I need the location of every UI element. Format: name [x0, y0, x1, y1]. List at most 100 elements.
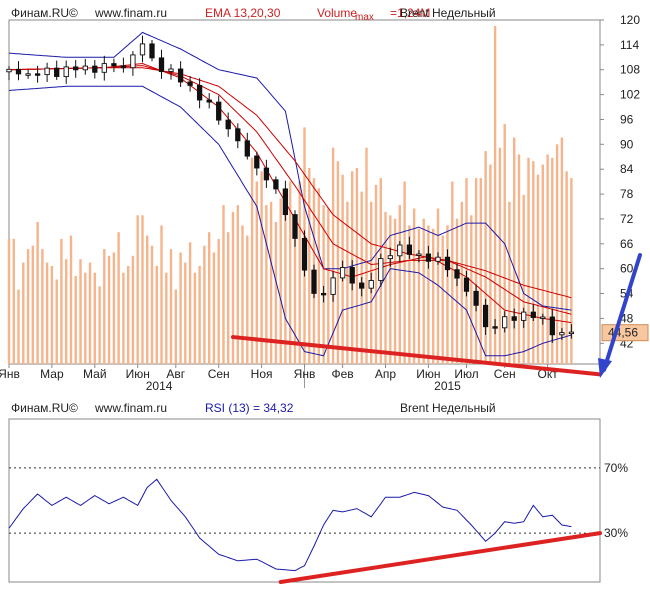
volume-bar: [236, 205, 239, 364]
volume-bar: [12, 238, 15, 364]
volume-bar: [179, 252, 182, 364]
volume-bar: [208, 232, 211, 364]
candle-body: [177, 68, 184, 83]
volume-bar: [398, 205, 401, 364]
month-label: Янв: [0, 367, 20, 381]
volume-bar: [241, 225, 244, 364]
rsi-plot-area: [8, 418, 601, 583]
candle-body: [473, 290, 479, 306]
candle-body: [339, 267, 346, 279]
candle-body: [397, 244, 403, 257]
volume-bar: [193, 272, 197, 364]
candle-body: [549, 316, 555, 336]
price-tick-label: 120: [620, 13, 640, 27]
volume-bar: [131, 255, 135, 364]
volume-bar: [88, 262, 92, 364]
price-tick-label: 90: [620, 137, 634, 151]
candle-body: [25, 73, 31, 76]
volume-bar: [536, 174, 540, 364]
candle-body: [235, 128, 241, 142]
candle-body: [311, 269, 317, 294]
candle-body: [320, 292, 327, 296]
candle-body: [435, 256, 441, 262]
volume-bar: [455, 218, 459, 364]
price-tick-label: 60: [620, 262, 634, 276]
volume-bar: [198, 266, 201, 364]
candle-body: [120, 65, 127, 69]
volume-bar: [41, 249, 44, 364]
volume-bar: [79, 259, 82, 364]
candle-body: [387, 255, 393, 260]
candle-body: [378, 258, 384, 281]
volume-bar: [107, 255, 111, 364]
candle-body: [263, 167, 270, 181]
volume-bar: [389, 215, 392, 364]
volume-bar: [393, 218, 397, 364]
candle-body: [6, 68, 12, 73]
arrow-head: [598, 358, 612, 378]
candle-body: [359, 282, 365, 289]
volume-bar: [231, 211, 235, 364]
volume-bar: [451, 181, 454, 364]
top-source-label: Финам.RU©: [11, 6, 78, 20]
volume-bar: [470, 215, 473, 364]
volume-bar: [17, 289, 20, 364]
rsi-level-label: 30%: [604, 526, 628, 540]
candle-body: [273, 179, 279, 190]
bottom-instrument-label: Brent Недельный: [400, 401, 496, 415]
volume-bar: [279, 198, 282, 364]
candle-body: [444, 256, 451, 271]
rsi-legend-label: RSI (13) = 34,32: [205, 401, 294, 415]
volume-bar: [212, 252, 216, 364]
candle-body: [568, 331, 575, 335]
volume-bar: [7, 238, 11, 364]
candle-body: [92, 65, 98, 73]
volume-bar: [174, 289, 177, 364]
volume-bar: [417, 228, 421, 364]
candle-body: [406, 244, 413, 255]
volume-bar: [460, 201, 463, 364]
candle-body: [502, 316, 508, 329]
top-instrument-label: Brent Недельный: [400, 6, 496, 20]
candle-body: [254, 155, 260, 169]
month-label: Май: [83, 367, 107, 381]
volume-bar: [122, 272, 125, 364]
volume-bar: [69, 235, 73, 364]
price-tick-label: 66: [620, 237, 634, 251]
candle-body: [44, 67, 50, 76]
candle-body: [282, 188, 289, 216]
price-tick-label: 96: [620, 113, 634, 127]
volume-bar: [36, 222, 39, 364]
candle-body: [330, 277, 336, 295]
volume-bar: [65, 259, 68, 364]
month-label: Янв: [294, 367, 316, 381]
candle-body: [540, 316, 546, 319]
month-label: Апр: [375, 367, 397, 381]
brent-chart-screen: 12011410810296908478726660544842 ЯнвМарМ…: [0, 6, 649, 584]
candle-body: [225, 119, 231, 130]
candle-body: [101, 63, 107, 73]
volume-bar: [98, 286, 101, 364]
candle-body: [130, 54, 136, 69]
volume-bar: [74, 276, 77, 364]
price-tick-label: 72: [620, 212, 634, 226]
volume-bar: [45, 262, 49, 364]
year-label: 2015: [434, 379, 461, 393]
volume-bar: [374, 184, 378, 364]
volume-bar: [336, 161, 340, 364]
volume-bar: [317, 188, 320, 364]
candle-body: [168, 68, 174, 72]
candle-body: [111, 63, 117, 67]
rsi-level-label: 70%: [604, 461, 628, 475]
volume-bar: [432, 228, 435, 364]
volume-bar: [217, 238, 220, 364]
candle-body: [54, 67, 60, 77]
volume-bar: [160, 225, 163, 364]
month-label: Сен: [494, 367, 516, 381]
volume-bar: [50, 266, 54, 364]
candle-body: [492, 326, 498, 329]
price-tick-label: 114: [620, 38, 639, 52]
candle-body: [158, 57, 165, 73]
candle-body: [139, 43, 146, 56]
price-x-axis: Янв Мар Май Июн Авг Сен Ноя Янв Фев Апр Июн Июл Сен О…: [0, 364, 558, 393]
